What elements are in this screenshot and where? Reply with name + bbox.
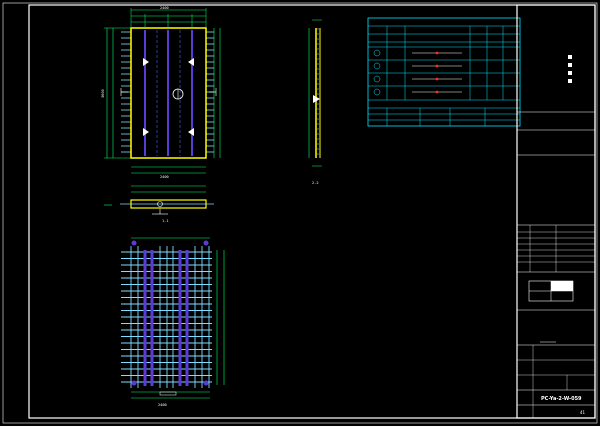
section-2-2-label: 2-2 (312, 181, 319, 185)
rebar-schedule-table (367, 17, 521, 127)
section-2-2-view: 2-2 (308, 19, 322, 185)
section-1-1-label: 1-1 (162, 219, 169, 223)
outer-sheet-border (2, 2, 598, 424)
svg-text:2400: 2400 (160, 175, 169, 179)
svg-text:2400: 2400 (160, 6, 169, 10)
svg-text:2400: 2400 (158, 403, 167, 407)
rebar-plan-view: 2400 (121, 237, 225, 407)
inner-drawing-frame (28, 4, 596, 419)
section-1-1-view: 1-1 (104, 185, 214, 223)
drawing-number: PC-Ya-2-W-059 (541, 396, 582, 402)
svg-text:3600: 3600 (101, 89, 105, 98)
cad-drawing-canvas: 2400 3600 2400 1-1 2-2 2400 PC-Ya-2-W-05… (2, 2, 598, 424)
plan-view-top: 2400 3600 2400 (101, 6, 221, 179)
title-block: PC-Ya-2-W-059 41 (516, 4, 596, 419)
sheet-number: 41 (580, 410, 586, 415)
